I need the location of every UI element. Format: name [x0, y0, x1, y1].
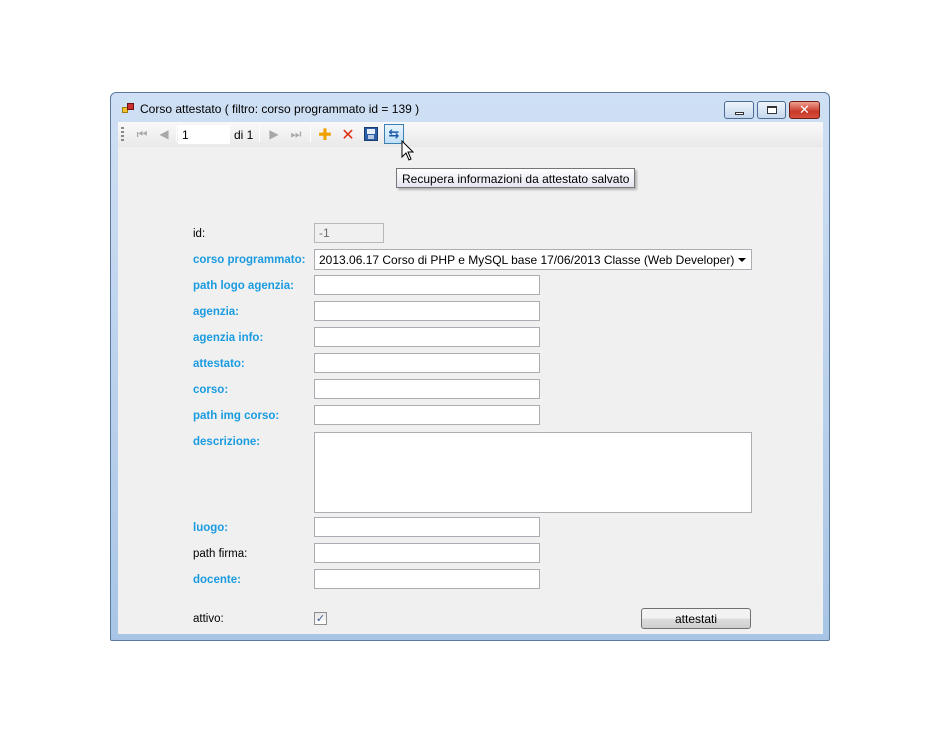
- attivo-checkbox[interactable]: ✓: [314, 612, 327, 625]
- mouse-cursor-icon: [401, 140, 415, 161]
- agenzia-field[interactable]: [314, 301, 540, 321]
- add-icon: ✚: [318, 124, 332, 144]
- id-field[interactable]: [314, 223, 384, 243]
- path-img-corso-label: path img corso:: [193, 410, 280, 422]
- descrizione-textarea[interactable]: [314, 432, 752, 513]
- id-label: id:: [193, 228, 206, 240]
- corso-programmato-label: corso programmato:: [193, 254, 306, 266]
- path-logo-agenzia-label: path logo agenzia:: [193, 280, 294, 292]
- window-title: Corso attestato ( filtro: corso programm…: [140, 102, 420, 116]
- luogo-label: luogo:: [193, 522, 229, 534]
- agenzia-label: agenzia:: [193, 306, 240, 318]
- minimize-button[interactable]: [724, 101, 754, 119]
- agenzia-info-label: agenzia info:: [193, 332, 264, 344]
- chevron-down-icon[interactable]: [738, 258, 746, 262]
- separator: [176, 126, 177, 142]
- agenzia-info-field[interactable]: [314, 327, 540, 347]
- luogo-field[interactable]: [314, 517, 540, 537]
- last-icon: ⏭: [290, 126, 302, 141]
- binding-navigator: ⏮ ◀ di 1 ▶ ⏭ ✚ ✕ ⇆: [118, 122, 823, 147]
- move-first-button[interactable]: ⏮: [132, 124, 152, 144]
- docente-label: docente:: [193, 574, 241, 586]
- path-firma-label: path firma:: [193, 548, 248, 560]
- descrizione-label: descrizione:: [193, 436, 261, 448]
- app-icon: [122, 103, 134, 115]
- form-client-area: ⏮ ◀ di 1 ▶ ⏭ ✚ ✕ ⇆ id: corso programmato…: [118, 122, 823, 634]
- separator: [310, 126, 311, 142]
- close-button[interactable]: ✕: [789, 101, 820, 119]
- add-new-button[interactable]: ✚: [315, 124, 335, 144]
- docente-field[interactable]: [314, 569, 540, 589]
- toolstrip-grip[interactable]: [121, 127, 124, 142]
- first-icon: ⏮: [136, 126, 148, 141]
- attestati-button[interactable]: attestati: [641, 608, 751, 629]
- title-bar[interactable]: Corso attestato ( filtro: corso programm…: [111, 93, 829, 123]
- separator: [259, 126, 260, 142]
- corso-programmato-select[interactable]: 2013.06.17 Corso di PHP e MySQL base 17/…: [314, 249, 752, 270]
- delete-button[interactable]: ✕: [338, 124, 358, 144]
- corso-programmato-value: 2013.06.17 Corso di PHP e MySQL base 17/…: [319, 253, 735, 267]
- count-label: di 1: [234, 128, 254, 142]
- corso-field[interactable]: [314, 379, 540, 399]
- attestato-field[interactable]: [314, 353, 540, 373]
- delete-icon: ✕: [341, 124, 355, 144]
- refresh-arrows-icon: ⇆: [388, 126, 400, 142]
- close-icon: ✕: [799, 102, 810, 118]
- path-firma-field[interactable]: [314, 543, 540, 563]
- maximize-button[interactable]: [757, 101, 786, 119]
- maximize-icon: [766, 106, 777, 114]
- next-icon: ▶: [269, 127, 279, 141]
- path-logo-agenzia-field[interactable]: [314, 275, 540, 295]
- save-button[interactable]: [361, 124, 381, 144]
- save-icon: [364, 127, 378, 141]
- previous-icon: ◀: [159, 127, 169, 141]
- corso-label: corso:: [193, 384, 229, 396]
- attestato-label: attestato:: [193, 358, 245, 370]
- move-last-button[interactable]: ⏭: [286, 124, 306, 144]
- minimize-icon: [734, 111, 744, 115]
- attivo-label: attivo:: [193, 613, 224, 625]
- path-img-corso-field[interactable]: [314, 405, 540, 425]
- position-input[interactable]: [178, 125, 230, 144]
- move-previous-button[interactable]: ◀: [154, 124, 174, 144]
- tooltip: Recupera informazioni da attestato salva…: [396, 168, 636, 188]
- move-next-button[interactable]: ▶: [264, 124, 284, 144]
- checkmark-icon: ✓: [315, 612, 326, 625]
